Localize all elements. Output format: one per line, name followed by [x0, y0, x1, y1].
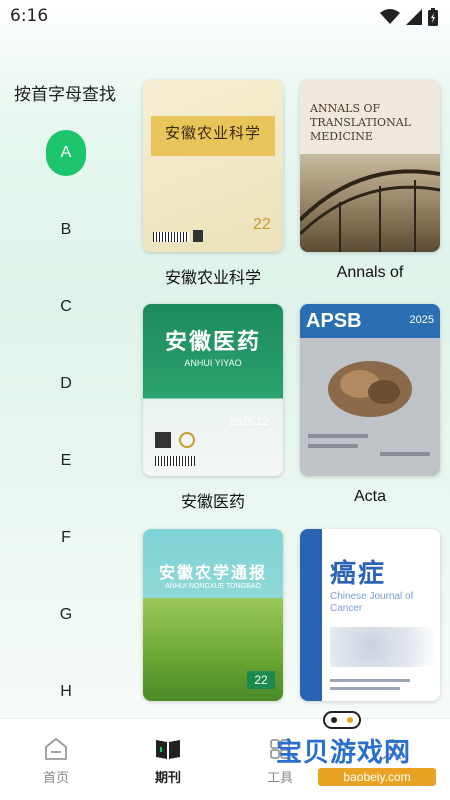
letter-item-e[interactable]: E — [46, 438, 86, 484]
journal-cover[interactable]: 癌症 Chinese Journal of Cancer — [300, 529, 440, 701]
book-icon — [156, 740, 180, 759]
journal-cover[interactable]: 安徽医药 ANHUI YIYAO 2025.12 — [143, 304, 283, 476]
letter-item-d[interactable]: D — [46, 361, 86, 407]
nav-label: 首页 — [42, 771, 69, 786]
journal-title: Annals of — [336, 264, 404, 281]
journal-cover[interactable]: 安徽农业科学 22 — [143, 80, 283, 252]
journal-card[interactable]: 安徽农学通报 ANHUI NONGXUE TONGBAO 22 安徽农学通报 — [143, 529, 283, 736]
letter-item-g[interactable]: G — [46, 592, 86, 638]
watermark-logo: 宝贝游戏网 baobeiy.com — [270, 708, 450, 800]
journal-title: 安徽农业科学 — [164, 268, 261, 287]
cover-year: 2025 — [409, 314, 434, 326]
sidebar-title: 按首字母查找 — [14, 85, 116, 105]
letter-item-f[interactable]: F — [46, 515, 86, 561]
status-icons — [380, 8, 438, 26]
cover-issue: 2025.12 — [229, 416, 269, 428]
status-bar: 6:16 — [0, 0, 450, 34]
watermark-url: baobeiy.com — [318, 768, 436, 786]
journal-cover[interactable]: APSB 2025 — [300, 304, 440, 476]
letter-item-h[interactable]: H — [46, 669, 86, 715]
letter-item-c[interactable]: C — [46, 284, 86, 330]
journal-cover[interactable]: 安徽农学通报 ANHUI NONGXUE TONGBAO 22 — [143, 529, 283, 701]
journal-card[interactable]: 安徽医药 ANHUI YIYAO 2025.12 安徽医药 — [143, 304, 283, 511]
journal-cover[interactable]: ANNALS OF TRANSLATIONAL MEDICINE — [300, 80, 440, 252]
cover-issue: 22 — [247, 671, 275, 689]
journal-card[interactable]: 癌症 Chinese Journal of Cancer 癌症 — [300, 529, 440, 736]
battery-icon — [428, 8, 438, 26]
cover-subtitle: ANHUI YIYAO — [184, 358, 242, 368]
cover-title: 癌症 — [330, 559, 387, 589]
letter-item-b[interactable]: B — [46, 207, 86, 253]
bridge-image — [300, 169, 440, 252]
watermark-text: 宝贝游戏网 — [276, 738, 412, 768]
cover-title: ANNALS OF TRANSLATIONAL MEDICINE — [310, 102, 411, 143]
cover-issue: 22 — [253, 216, 271, 233]
cover-title: 安徽农业科学 — [164, 124, 261, 142]
cover-subtitle: Chinese Journal of Cancer — [330, 591, 414, 614]
brain-image — [328, 361, 412, 417]
journal-title: 安徽医药 — [180, 492, 245, 511]
nav-item-journals[interactable]: 期刊 — [138, 737, 198, 786]
gamepad-icon — [323, 711, 361, 729]
journal-title: Acta — [353, 488, 386, 505]
cover-title: 安徽农学通报 — [158, 563, 267, 582]
wifi-icon — [380, 9, 400, 24]
nav-label: 期刊 — [154, 771, 181, 786]
cover-title: 安徽医药 — [164, 329, 261, 355]
journal-card[interactable]: ANNALS OF TRANSLATIONAL MEDICINE Annals … — [300, 80, 440, 281]
signal-icon — [406, 9, 422, 25]
status-time: 6:16 — [10, 6, 49, 26]
letter-item-a[interactable]: A — [46, 130, 86, 176]
journal-card[interactable]: 安徽农业科学 22 安徽农业科学 — [143, 80, 283, 287]
nav-item-home[interactable]: 首页 — [26, 737, 86, 786]
home-icon — [45, 738, 67, 760]
cover-title: APSB — [306, 310, 362, 332]
journal-card[interactable]: APSB 2025 Acta — [300, 304, 440, 505]
cover-subtitle: ANHUI NONGXUE TONGBAO — [165, 583, 261, 590]
